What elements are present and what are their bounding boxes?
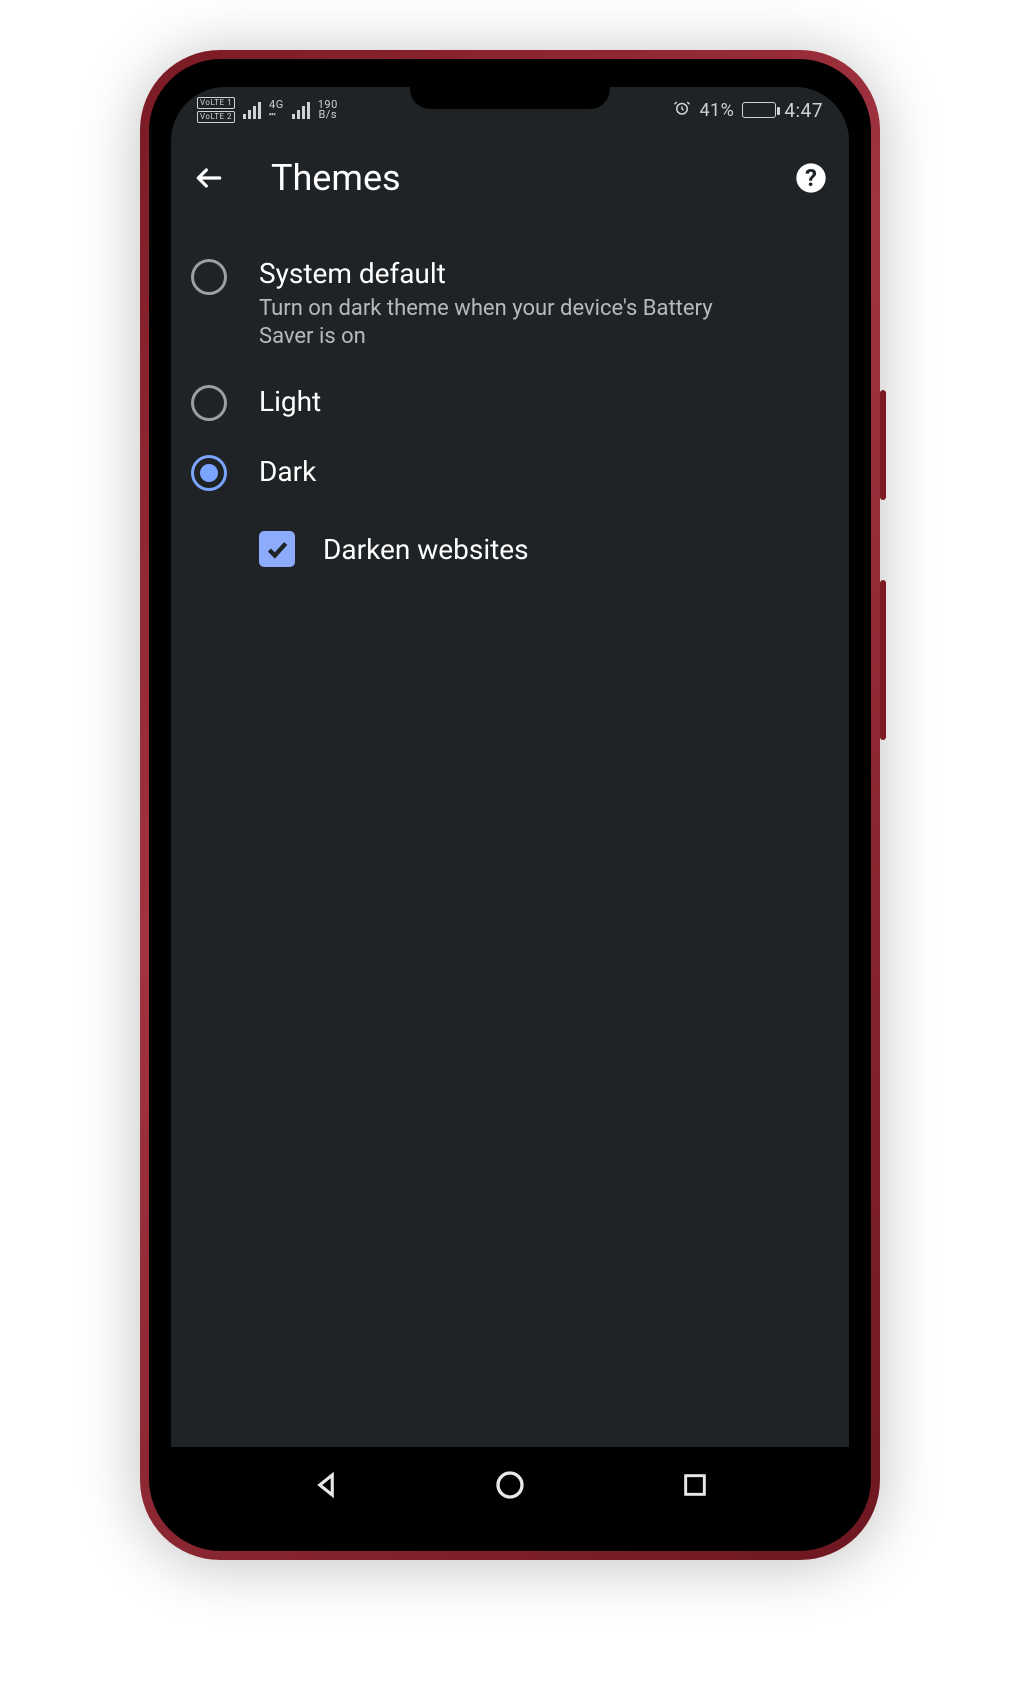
nav-recents-button[interactable] — [665, 1455, 725, 1515]
android-nav-bar — [171, 1447, 849, 1523]
svg-text:?: ? — [805, 164, 817, 192]
circle-icon — [494, 1469, 526, 1501]
phone-frame: VoLTE 1 VoLTE 2 4G ┅ 190 B/s — [140, 50, 880, 1560]
status-left: VoLTE 1 VoLTE 2 4G ┅ 190 B/s — [197, 97, 338, 123]
volte-indicators: VoLTE 1 VoLTE 2 — [197, 97, 235, 123]
network-type: 4G ┅ — [269, 100, 284, 120]
option-texts: Dark — [259, 455, 829, 489]
volte-icon: VoLTE 1 — [197, 97, 235, 109]
help-icon: ? — [795, 162, 827, 194]
radio-icon — [191, 385, 227, 421]
signal-icon — [243, 101, 261, 119]
theme-option-light[interactable]: Light — [191, 367, 829, 437]
signal-icon — [292, 101, 310, 119]
page-title: Themes — [271, 157, 757, 199]
help-button[interactable]: ? — [781, 148, 841, 208]
option-title: Light — [259, 385, 829, 419]
theme-option-dark[interactable]: Dark — [191, 437, 829, 507]
clock: 4:47 — [784, 99, 823, 122]
data-rate-unit: B/s — [318, 110, 337, 120]
square-icon — [681, 1471, 709, 1499]
phone-side-button — [880, 580, 886, 740]
option-title: Dark — [259, 455, 829, 489]
darken-websites-checkbox[interactable]: Darken websites — [259, 507, 829, 583]
triangle-left-icon — [311, 1470, 341, 1500]
option-texts: System default Turn on dark theme when y… — [259, 257, 829, 351]
screen: VoLTE 1 VoLTE 2 4G ┅ 190 B/s — [171, 87, 849, 1523]
option-title: System default — [259, 257, 829, 291]
option-texts: Light — [259, 385, 829, 419]
nav-back-button[interactable] — [296, 1455, 356, 1515]
alarm-icon — [673, 99, 691, 122]
option-subtitle: Turn on dark theme when your device's Ba… — [259, 295, 759, 351]
checkbox-checked-icon — [259, 531, 295, 567]
volte-icon: VoLTE 2 — [197, 111, 235, 123]
network-sub-label: ┅ — [269, 110, 276, 120]
theme-option-system-default[interactable]: System default Turn on dark theme when y… — [191, 241, 829, 367]
phone-side-button — [880, 390, 886, 500]
notch — [410, 87, 610, 109]
radio-icon — [191, 259, 227, 295]
arrow-left-icon — [193, 162, 225, 194]
phone-bezel: VoLTE 1 VoLTE 2 4G ┅ 190 B/s — [149, 59, 871, 1551]
back-button[interactable] — [179, 148, 239, 208]
checkbox-label: Darken websites — [323, 533, 529, 566]
data-rate: 190 B/s — [318, 100, 338, 120]
battery-icon — [742, 102, 776, 118]
battery-percent: 41% — [699, 100, 734, 121]
theme-options-list: System default Turn on dark theme when y… — [171, 223, 849, 583]
status-right: 41% 4:47 — [673, 99, 823, 122]
radio-icon — [191, 455, 227, 491]
nav-home-button[interactable] — [480, 1455, 540, 1515]
app-bar: Themes ? — [171, 133, 849, 223]
